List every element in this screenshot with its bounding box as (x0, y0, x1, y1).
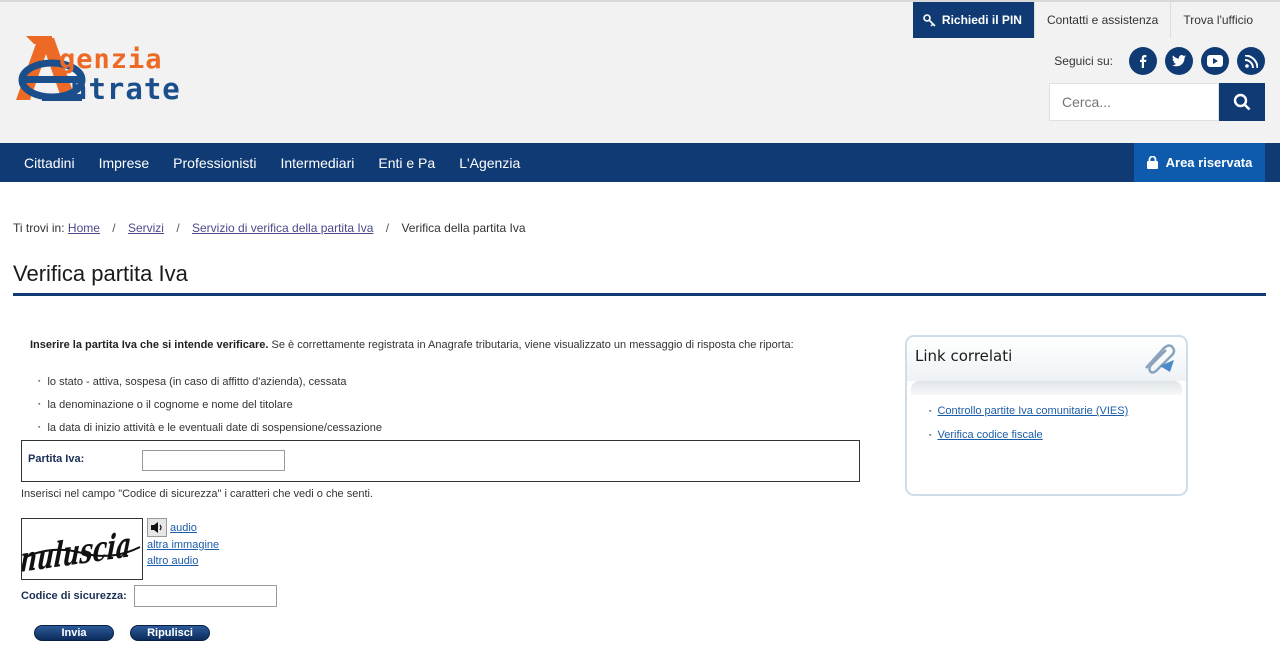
list-item-text: lo stato - attiva, sospesa (in caso di a… (47, 375, 347, 388)
list-item-text: la denominazione o il cognome e nome del… (47, 398, 293, 411)
list-item: ▪ lo stato - attiva, sospesa (in caso di … (38, 370, 382, 393)
breadcrumb-servizi[interactable]: Servizi (128, 221, 164, 235)
agenzia-entrate-logo[interactable]: genzia ntrate (12, 34, 222, 106)
captcha-links: audio altra immagine altro audio (147, 518, 219, 569)
search-input[interactable] (1049, 83, 1219, 121)
bullet-icon: ▪ (929, 431, 932, 439)
breadcrumb-separator: / (176, 221, 180, 235)
nav-item-agenzia[interactable]: L'Agenzia (447, 143, 532, 182)
bullet-icon: ▪ (38, 378, 41, 385)
list-item: ▪ Controllo partite Iva comunitarie (VIES… (929, 399, 1186, 423)
breadcrumb-current: Verifica della partita Iva (401, 221, 526, 235)
facebook-icon[interactable] (1129, 47, 1157, 75)
title-divider (13, 293, 1266, 296)
social-bar: Seguici su: (1054, 47, 1265, 75)
partita-iva-label: Partita Iva: (28, 453, 85, 465)
bullet-icon: ▪ (38, 401, 41, 408)
nav-item-professionisti[interactable]: Professionisti (161, 143, 268, 182)
list-item: ▪ la denominazione o il cognome e nome de… (38, 393, 382, 416)
social-label: Seguici su: (1054, 54, 1113, 68)
breadcrumb-servizio-verifica[interactable]: Servizio di verifica della partita Iva (192, 221, 373, 235)
partita-iva-input[interactable] (142, 450, 285, 471)
security-code-input[interactable] (134, 585, 277, 607)
request-pin-link[interactable]: Richiedi il PIN (912, 2, 1034, 38)
twitter-icon[interactable] (1165, 47, 1193, 75)
bullet-icon: ▪ (38, 424, 41, 431)
related-links-box: Link correlati ▪ Controllo partite Iva co… (905, 335, 1188, 496)
list-item: ▪ Verifica codice fiscale (929, 423, 1186, 447)
other-image-link[interactable]: altra immagine (147, 537, 219, 553)
related-links-list: ▪ Controllo partite Iva comunitarie (VIES… (907, 399, 1186, 447)
security-code-label: Codice di sicurezza: (21, 590, 127, 602)
breadcrumb-separator: / (385, 221, 390, 235)
page-title: Verifica partita Iva (13, 261, 188, 286)
reserved-area-button[interactable]: Area riservata (1134, 143, 1265, 182)
breadcrumb: Ti trovi in: Home / Servizi / Servizio d… (13, 221, 526, 235)
breadcrumb-separator: / (112, 221, 116, 235)
nav-item-enti-e-pa[interactable]: Enti e Pa (366, 143, 447, 182)
bullet-icon: ▪ (929, 407, 932, 415)
paperclip-icon (1140, 342, 1178, 379)
site-header: genzia ntrate Richiedi il PIN Contatti e… (0, 0, 1280, 143)
nav-item-cittadini[interactable]: Cittadini (12, 143, 87, 182)
logo-text-agenzia: genzia (59, 44, 163, 75)
nav-item-imprese[interactable]: Imprese (87, 143, 162, 182)
intro-description: Se è correttamente registrata in Anagraf… (268, 339, 794, 351)
audio-link[interactable]: audio (170, 520, 197, 536)
reserved-area-label: Area riservata (1165, 155, 1253, 170)
request-pin-label: Richiedi il PIN (941, 13, 1022, 27)
related-link-vies[interactable]: Controllo partite Iva comunitarie (VIES) (937, 405, 1128, 417)
intro-bold: Inserire la partita Iva che si intende v… (30, 339, 269, 351)
captcha-hint: Inserisci nel campo "Codice di sicurezza… (21, 488, 374, 500)
captcha-image: nuluscia (21, 518, 143, 580)
breadcrumb-home[interactable]: Home (68, 221, 100, 235)
top-links: Richiedi il PIN Contatti e assistenza Tr… (912, 2, 1265, 38)
nav-item-intermediari[interactable]: Intermediari (268, 143, 366, 182)
info-list: ▪ lo stato - attiva, sospesa (in caso di … (38, 370, 382, 439)
breadcrumb-prefix: Ti trovi in: (13, 221, 65, 235)
rss-icon[interactable] (1237, 47, 1265, 75)
logo-text-entrate: ntrate (70, 72, 181, 106)
related-links-title: Link correlati (915, 347, 1013, 365)
reset-button[interactable]: Ripulisci (130, 625, 210, 641)
search-button[interactable] (1219, 83, 1265, 121)
list-item: ▪ la data di inizio attività e le eventua… (38, 416, 382, 439)
main-nav: Cittadini Imprese Professionisti Interme… (0, 143, 1280, 182)
other-audio-link[interactable]: altro audio (147, 553, 219, 569)
speaker-icon[interactable] (147, 518, 167, 537)
key-icon (923, 13, 936, 27)
lock-icon (1146, 156, 1158, 169)
search-bar (1049, 83, 1265, 121)
intro-text: Inserire la partita Iva che si intende v… (30, 339, 850, 351)
related-links-divider (911, 381, 1182, 395)
youtube-icon[interactable] (1201, 47, 1229, 75)
partita-iva-fieldset: Partita Iva: (21, 440, 860, 482)
submit-button[interactable]: Invia (34, 625, 114, 641)
find-office-link[interactable]: Trova l'ufficio (1170, 2, 1265, 38)
list-item-text: la data di inizio attività e le eventual… (47, 421, 382, 434)
contacts-link[interactable]: Contatti e assistenza (1033, 2, 1170, 38)
search-icon (1233, 93, 1251, 111)
related-link-codice-fiscale[interactable]: Verifica codice fiscale (937, 429, 1042, 441)
